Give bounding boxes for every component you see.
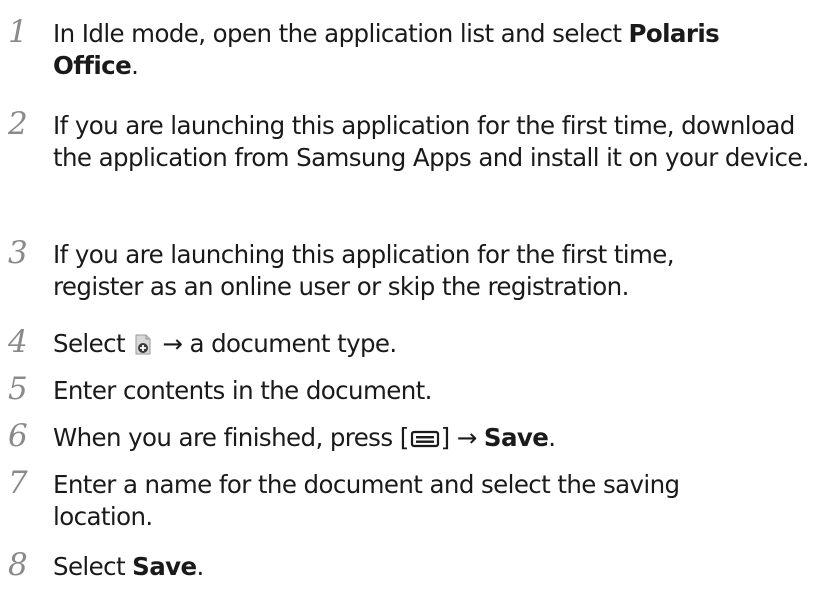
step-number: 1: [8, 14, 28, 50]
menu-key-icon: [410, 430, 440, 448]
step-number: 5: [8, 371, 28, 407]
save-label: Save: [483, 423, 549, 452]
step-number: 6: [8, 418, 28, 454]
step-text: Select Save.: [53, 552, 204, 581]
step-text: Select → a document type.: [53, 329, 397, 358]
step-number: 2: [8, 106, 28, 142]
save-label: Save: [132, 552, 197, 581]
step-text: If you are launching this application fo…: [53, 111, 810, 172]
step-number: 8: [8, 547, 28, 583]
step-number: 7: [8, 465, 28, 501]
step-text: Enter contents in the document.: [53, 376, 432, 405]
step-text: Enter a name for the document and select…: [53, 470, 680, 531]
step-text: When you are finished, press [] → Save.: [53, 423, 556, 452]
step-number: 3: [8, 235, 28, 271]
new-document-icon: [134, 334, 152, 355]
step-number: 4: [8, 324, 28, 360]
step-text: In Idle mode, open the application list …: [53, 19, 720, 80]
step-text: If you are launching this application fo…: [53, 240, 675, 301]
